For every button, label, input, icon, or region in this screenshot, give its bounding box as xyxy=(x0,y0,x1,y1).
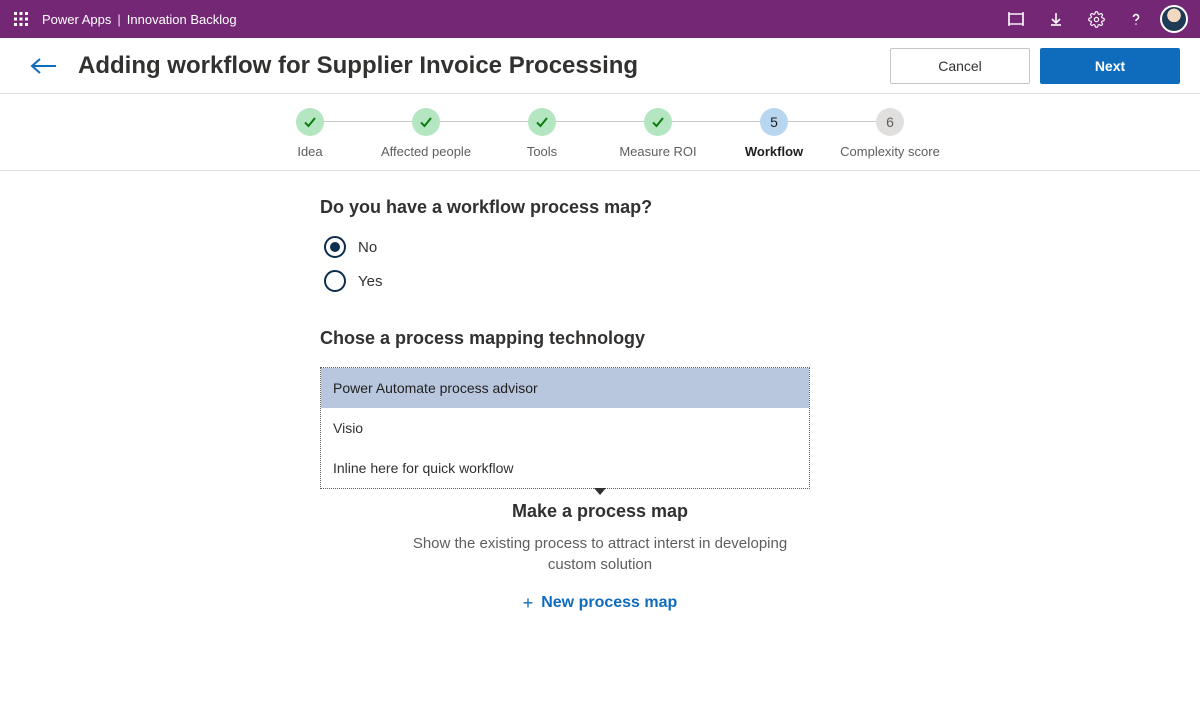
step-workflow[interactable]: 5 Workflow xyxy=(716,108,832,160)
plus-icon: + xyxy=(523,593,534,614)
radio-yes-label: Yes xyxy=(358,273,382,290)
step-label: Affected people xyxy=(381,144,471,160)
new-process-map-button[interactable]: + New process map xyxy=(320,593,880,614)
step-dot xyxy=(644,108,672,136)
step-measure-roi[interactable]: Measure ROI xyxy=(600,108,716,160)
separator: | xyxy=(117,12,120,27)
app-name: Power Apps xyxy=(42,12,111,27)
radio-yes[interactable]: Yes xyxy=(324,270,880,292)
page-title: Adding workflow for Supplier Invoice Pro… xyxy=(78,52,638,80)
list-item[interactable]: Visio xyxy=(321,408,809,448)
waffle-icon[interactable] xyxy=(6,4,36,34)
radio-no[interactable]: No xyxy=(324,236,880,258)
help-icon[interactable] xyxy=(1120,3,1152,35)
step-dot xyxy=(412,108,440,136)
list-item[interactable]: Inline here for quick workflow xyxy=(321,448,809,488)
download-icon[interactable] xyxy=(1040,3,1072,35)
step-complexity-score[interactable]: 6 Complexity score xyxy=(832,108,948,160)
map-title: Make a process map xyxy=(320,501,880,522)
step-label: Idea xyxy=(297,144,322,160)
solution-name: Innovation Backlog xyxy=(127,12,237,27)
step-affected-people[interactable]: Affected people xyxy=(368,108,484,160)
radio-no-label: No xyxy=(358,239,377,256)
tech-listbox[interactable]: Power Automate process advisorVisioInlin… xyxy=(320,367,810,489)
step-dot: 5 xyxy=(760,108,788,136)
radio-group: No Yes xyxy=(324,236,880,292)
step-tools[interactable]: Tools xyxy=(484,108,600,160)
radio-icon xyxy=(324,236,346,258)
content: Do you have a workflow process map? No Y… xyxy=(0,171,1200,634)
step-dot xyxy=(296,108,324,136)
new-process-map-label: New process map xyxy=(541,594,677,612)
next-button[interactable]: Next xyxy=(1040,48,1180,84)
settings-icon[interactable] xyxy=(1080,3,1112,35)
step-indicator: Idea Affected people Tools Measure ROI 5 Work… xyxy=(0,94,1200,171)
question2-heading: Chose a process mapping technology xyxy=(320,328,880,349)
step-dot: 6 xyxy=(876,108,904,136)
map-desc: Show the existing process to attract int… xyxy=(390,534,810,575)
suite-right xyxy=(1000,3,1194,35)
step-label: Complexity score xyxy=(840,144,940,160)
page-header: Adding workflow for Supplier Invoice Pro… xyxy=(0,38,1200,94)
cancel-button[interactable]: Cancel xyxy=(890,48,1030,84)
question1-heading: Do you have a workflow process map? xyxy=(320,197,880,218)
back-button[interactable] xyxy=(28,55,58,77)
step-label: Workflow xyxy=(745,144,803,160)
step-label: Tools xyxy=(527,144,557,160)
caret-down-icon xyxy=(594,488,606,495)
suite-bar: Power Apps | Innovation Backlog xyxy=(0,0,1200,38)
step-idea[interactable]: Idea xyxy=(252,108,368,160)
brand-label: Power Apps | Innovation Backlog xyxy=(42,12,237,27)
avatar[interactable] xyxy=(1160,5,1188,33)
fit-icon[interactable] xyxy=(1000,3,1032,35)
header-actions: Cancel Next xyxy=(890,48,1180,84)
radio-icon xyxy=(324,270,346,292)
step-dot xyxy=(528,108,556,136)
list-item[interactable]: Power Automate process advisor xyxy=(321,368,809,408)
step-label: Measure ROI xyxy=(619,144,696,160)
